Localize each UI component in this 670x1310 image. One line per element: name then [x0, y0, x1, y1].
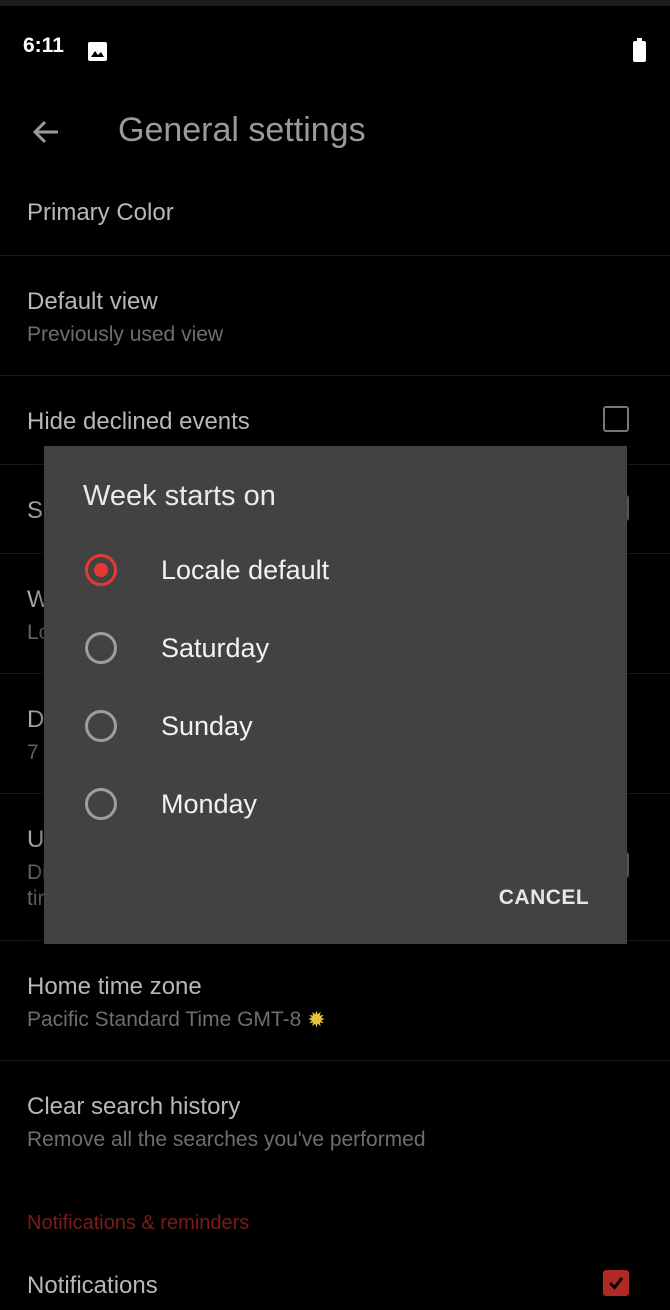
setting-label: Notifications — [27, 1272, 158, 1299]
radio-unselected[interactable] — [85, 788, 117, 820]
setting-home-time-zone[interactable]: Home time zone Pacific Standard Time GMT… — [0, 941, 670, 1061]
setting-label: Default view — [27, 288, 158, 315]
cancel-button[interactable]: CANCEL — [484, 878, 604, 918]
battery-icon — [633, 38, 646, 62]
setting-summary: 7 — [27, 741, 39, 764]
status-time: 6:11 — [23, 34, 64, 57]
section-header-notifications: Notifications & reminders — [27, 1212, 250, 1234]
option-locale-default[interactable]: Locale default — [44, 531, 627, 609]
option-label: Sunday — [161, 711, 253, 741]
radio-selected[interactable] — [85, 554, 117, 586]
setting-label: U — [27, 826, 45, 853]
hide-declined-checkbox[interactable] — [603, 406, 629, 432]
setting-primary-color[interactable]: Primary Color — [0, 182, 670, 256]
image-notification-icon — [88, 42, 107, 61]
option-label: Monday — [161, 789, 258, 819]
setting-label: Clear search history — [27, 1093, 241, 1120]
option-label: Saturday — [161, 633, 270, 663]
radio-unselected[interactable] — [85, 632, 117, 664]
setting-label: Home time zone — [27, 973, 202, 1000]
status-bar: 6:11 — [0, 6, 670, 86]
setting-summary: Previously used view — [27, 323, 224, 346]
week-start-dialog: Week starts on Locale default Saturday S… — [44, 446, 627, 944]
setting-summary: Pacific Standard Time GMT-8 ✹ — [27, 1008, 326, 1032]
dialog-title: Week starts on — [83, 480, 276, 512]
setting-label: Hide declined events — [27, 408, 250, 435]
notifications-checkbox[interactable] — [603, 1270, 629, 1296]
option-sunday[interactable]: Sunday — [44, 687, 627, 765]
option-label: Locale default — [161, 555, 330, 585]
app-bar: General settings — [0, 86, 670, 182]
option-saturday[interactable]: Saturday — [44, 609, 627, 687]
back-arrow-icon[interactable] — [30, 116, 62, 148]
setting-label: D — [27, 706, 45, 733]
setting-notifications[interactable]: Notifications — [0, 1252, 670, 1310]
setting-summary: Remove all the searches you've performed — [27, 1128, 426, 1151]
time-zone-text: Pacific Standard Time GMT-8 — [27, 1008, 302, 1031]
setting-default-view[interactable]: Default view Previously used view — [0, 256, 670, 376]
page-title: General settings — [118, 111, 366, 149]
option-monday[interactable]: Monday — [44, 765, 627, 843]
setting-label: Primary Color — [27, 199, 174, 226]
setting-clear-search-history[interactable]: Clear search history Remove all the sear… — [0, 1061, 670, 1173]
radio-unselected[interactable] — [85, 710, 117, 742]
setting-summary: tir — [27, 887, 45, 910]
setting-label: S — [27, 497, 44, 524]
sun-icon: ✹ — [307, 1007, 326, 1033]
